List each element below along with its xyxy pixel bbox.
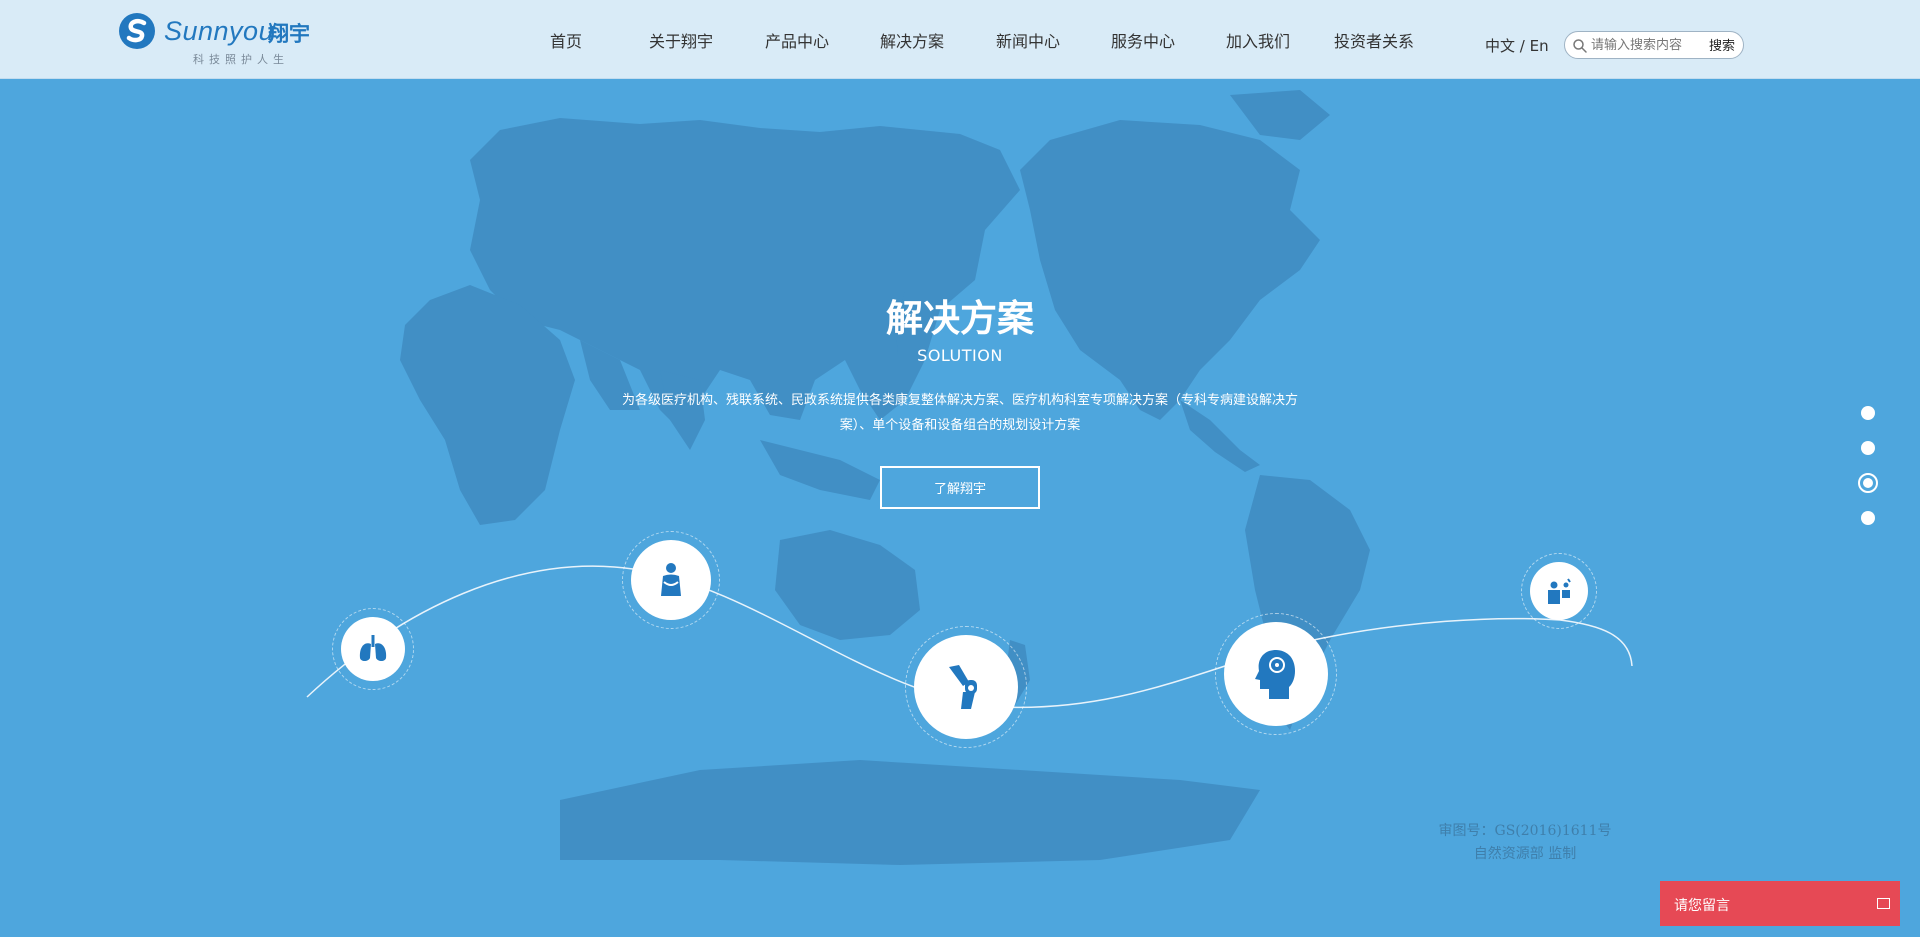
lang-separator: /	[1515, 37, 1530, 55]
pregnancy-icon-circle[interactable]	[622, 531, 720, 629]
hero-banner: 审图号：GS(2016)1611号 自然资源部 监制 解决方案 SOLUTION…	[0, 80, 1920, 937]
slide-dot-3-active[interactable]	[1858, 473, 1878, 493]
nav-item-service[interactable]: 服务中心	[1111, 28, 1175, 52]
slide-dot-1[interactable]	[1861, 406, 1875, 420]
brain-head-icon	[1255, 650, 1295, 699]
knee-joint-icon	[949, 665, 977, 709]
nav-item-news[interactable]: 新闻中心	[996, 28, 1060, 52]
lang-en[interactable]: En	[1530, 37, 1549, 55]
sunnyou-logo-icon	[119, 13, 155, 49]
child-care-icon	[1548, 578, 1571, 604]
message-box-icon[interactable]	[1877, 898, 1890, 909]
child-care-icon-circle[interactable]	[1521, 553, 1597, 629]
logo[interactable]: Sunnyou 翔宇 科技照护人生	[118, 12, 328, 68]
slide-dot-2[interactable]	[1861, 441, 1875, 455]
slide-dot-4[interactable]	[1861, 511, 1875, 525]
brand-slogan: 科技照护人生	[193, 53, 289, 66]
search-button[interactable]: 搜索	[1709, 35, 1735, 54]
brand-name: Sunnyou	[164, 16, 275, 46]
nav-item-about[interactable]: 关于翔宇	[649, 28, 713, 52]
search-input[interactable]	[1591, 35, 1707, 55]
knee-joint-icon-circle[interactable]	[905, 626, 1027, 748]
leave-message-label: 请您留言	[1674, 898, 1730, 914]
lungs-icon	[359, 635, 387, 661]
wave-curve	[306, 565, 1633, 709]
brand-cn-name: 翔宇	[268, 22, 310, 46]
nav-item-products[interactable]: 产品中心	[765, 28, 829, 52]
nav-item-investors[interactable]: 投资者关系	[1334, 28, 1414, 52]
site-header: Sunnyou 翔宇 科技照护人生 首页 关于翔宇 产品中心 解决方案 新闻中心…	[0, 0, 1920, 79]
search-box: 搜索	[1564, 31, 1744, 59]
language-switcher: 中文 / En	[1485, 35, 1549, 56]
nav-item-home[interactable]: 首页	[550, 28, 582, 52]
lang-zh[interactable]: 中文	[1485, 37, 1515, 55]
nav-item-careers[interactable]: 加入我们	[1226, 28, 1290, 52]
lungs-icon-circle[interactable]	[332, 608, 414, 690]
brain-head-icon-circle[interactable]	[1215, 613, 1337, 735]
search-icon	[1573, 39, 1587, 53]
leave-message-widget[interactable]: 请您留言	[1660, 881, 1900, 926]
nav-item-solutions[interactable]: 解决方案	[880, 28, 944, 52]
pregnancy-icon	[661, 563, 681, 596]
